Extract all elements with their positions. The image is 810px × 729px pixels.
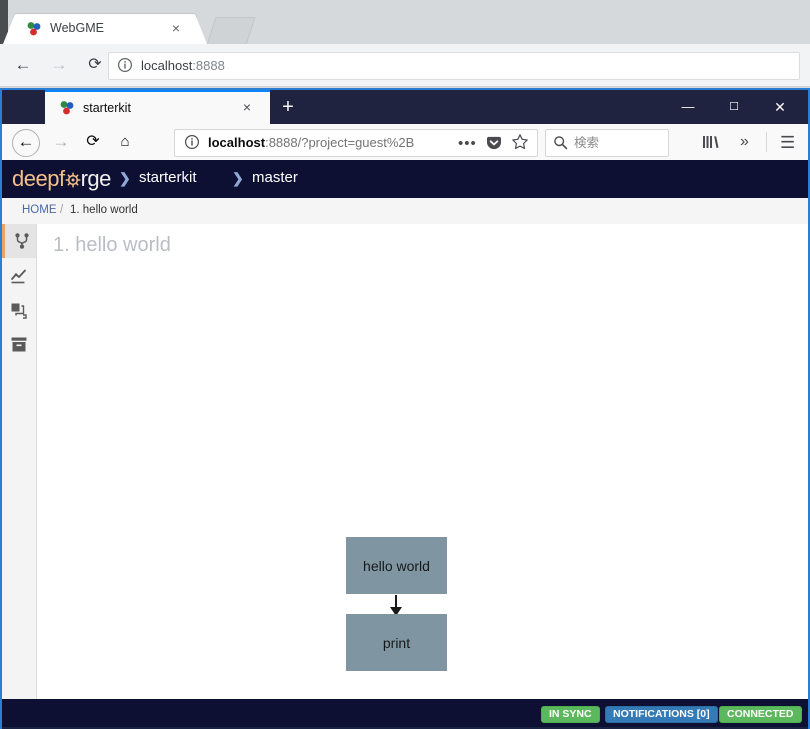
hamburger-menu-icon[interactable]: ☰ — [780, 133, 795, 153]
app-status-bar: IN SYNC NOTIFICATIONS [0] CONNECTED — [2, 699, 808, 727]
page-actions-icon[interactable]: ••• — [458, 135, 477, 152]
toolbar-divider — [766, 132, 767, 152]
chrome-address-bar[interactable]: localhost:8888 — [108, 52, 800, 80]
reload-button[interactable]: ⟳ — [82, 131, 104, 153]
logo-suffix: rge — [80, 166, 112, 191]
webgme-balls-icon — [26, 21, 42, 37]
maximize-button[interactable]: ☐ — [720, 98, 748, 116]
back-button[interactable]: ← — [12, 54, 34, 76]
chrome-tab-strip: WebGME × — [0, 0, 810, 44]
breadcrumb: HOME / 1. hello world — [2, 198, 808, 225]
overflow-chevron-icon[interactable]: » — [740, 133, 749, 151]
chrome-tab-webgme[interactable]: WebGME × — [3, 14, 207, 44]
close-icon[interactable]: × — [238, 98, 256, 116]
library-icon[interactable] — [702, 134, 720, 154]
firefox-tab-title: starterkit — [83, 101, 131, 115]
pipeline-node[interactable]: print — [346, 614, 447, 671]
branch-fork-icon — [13, 232, 31, 250]
webgme-balls-icon — [59, 100, 75, 116]
status-badge-notifications[interactable]: NOTIFICATIONS [0] — [605, 706, 718, 723]
line-chart-icon — [10, 268, 28, 286]
gear-icon — [65, 172, 81, 188]
firefox-url-text: localhost:8888/?project=guest%2B — [208, 134, 414, 152]
info-icon[interactable] — [184, 134, 200, 150]
search-input-placeholder: 検索 — [574, 136, 600, 150]
firefox-address-bar[interactable]: localhost:8888/?project=guest%2B ••• — [174, 129, 538, 157]
firefox-tab-strip: starterkit × + — ☐ ✕ — [2, 90, 808, 124]
layers-copy-icon — [10, 302, 28, 320]
chrome-tab-title: WebGME — [50, 21, 104, 35]
header-project-name[interactable]: starterkit — [139, 169, 197, 186]
close-icon[interactable]: × — [168, 20, 184, 36]
star-icon[interactable] — [511, 133, 529, 151]
header-separator-2: ❯ — [232, 170, 244, 186]
status-badge-sync[interactable]: IN SYNC — [541, 706, 600, 723]
deepforge-app: deepf rge ❯ starterkit ❯ master HOME / 1.… — [2, 160, 808, 727]
chrome-url-text: localhost:8888 — [141, 57, 225, 75]
app-header: deepf rge ❯ starterkit ❯ master — [2, 160, 808, 198]
sidebar-item-pipelines[interactable] — [2, 224, 36, 258]
chrome-new-tab-button[interactable] — [207, 18, 255, 44]
breadcrumb-home-link[interactable]: HOME — [22, 204, 57, 216]
close-window-button[interactable]: ✕ — [766, 98, 794, 116]
breadcrumb-separator: / — [60, 204, 64, 216]
url-rest: :8888/?project=guest%2B — [265, 135, 415, 150]
sidebar-item-executions[interactable] — [2, 260, 36, 294]
firefox-navigation-toolbar: ← → ⟳ ⌂ localhost:8888/?project=guest%2B… — [2, 124, 808, 161]
firefox-new-tab-button[interactable]: + — [277, 97, 299, 119]
url-host: localhost — [141, 58, 193, 73]
chrome-browser-window: WebGME × ← → ⟳ localhost:8888 starterkit… — [0, 0, 810, 729]
pipeline-node[interactable]: hello world — [346, 537, 447, 594]
firefox-browser-window: starterkit × + — ☐ ✕ ← → ⟳ ⌂ localhost:8… — [0, 88, 810, 729]
header-branch-name[interactable]: master — [252, 169, 298, 186]
pipeline-canvas[interactable]: 1. hello world hello world print — [37, 224, 808, 727]
url-rest: :8888 — [192, 58, 225, 73]
search-icon — [553, 135, 568, 150]
status-badge-connected[interactable]: CONNECTED — [719, 706, 802, 723]
forward-button[interactable]: → — [50, 131, 72, 153]
deepforge-logo[interactable]: deepf rge — [12, 166, 111, 192]
minimize-button[interactable]: — — [674, 98, 702, 116]
firefox-tab-starterkit[interactable]: starterkit × — [45, 90, 270, 124]
breadcrumb-current: 1. hello world — [70, 204, 138, 216]
url-host: localhost — [208, 135, 266, 150]
firefox-search-box[interactable]: 検索 — [545, 129, 669, 157]
reload-button[interactable]: ⟳ — [84, 54, 106, 76]
sidebar-item-archive[interactable] — [2, 328, 36, 362]
page-title: 1. hello world — [53, 234, 171, 256]
forward-button[interactable]: → — [48, 54, 70, 76]
archive-box-icon — [10, 336, 28, 354]
home-button[interactable]: ⌂ — [114, 131, 136, 153]
sidebar-item-artifacts[interactable] — [2, 294, 36, 328]
header-separator-1: ❯ — [119, 170, 131, 186]
chrome-toolbar: ← → ⟳ localhost:8888 — [0, 44, 810, 87]
back-button[interactable]: ← — [12, 129, 40, 157]
pocket-icon[interactable] — [485, 134, 503, 152]
app-sidebar — [2, 224, 37, 727]
logo-prefix: deepf — [12, 166, 65, 191]
info-icon[interactable] — [117, 57, 133, 73]
